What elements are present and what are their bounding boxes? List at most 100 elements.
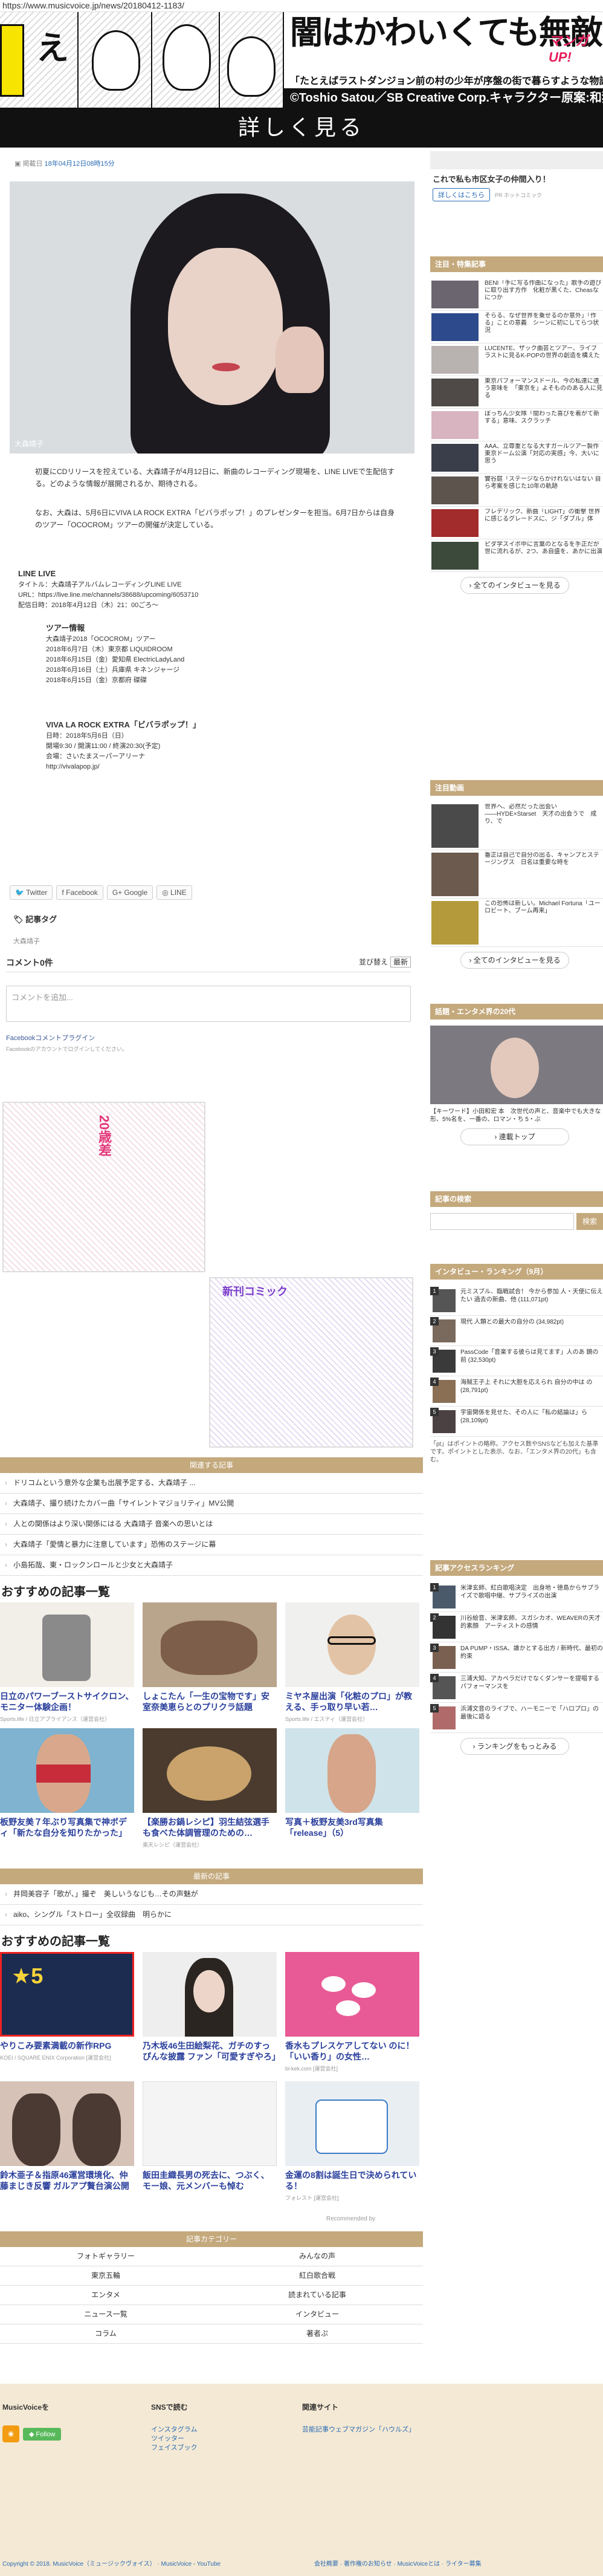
manga-ad-2[interactable]: 新刊コミック bbox=[209, 1277, 413, 1448]
ranking-item[interactable]: 3 PassCode「音楽する彼らは見てます」人のあ 鏡の前 (32,530pt) bbox=[430, 1346, 603, 1376]
recommend-card[interactable]: 日立のパワーブーストサイクロン、モニター体験企画！ Sports.life / … bbox=[0, 1602, 134, 1723]
facebook-link[interactable]: フェイスブック bbox=[151, 2444, 198, 2453]
tour-line: 2018年6月15日（金）愛知県 ElectricLadyLand bbox=[46, 656, 185, 663]
sidebar-video-item[interactable]: この恐怖は新しい。Michael Fortuna「ユーロビート、ブーム再来」 bbox=[430, 899, 603, 947]
manga-ad-1[interactable]: 20歳差 bbox=[2, 1102, 205, 1272]
ranking-item[interactable]: 4 海賊王子上 それに大胆を応えられ 自分の中は の(28,791pt) bbox=[430, 1376, 603, 1407]
rss-icon[interactable]: ◉ bbox=[2, 2425, 19, 2442]
related-item[interactable]: 大森靖子「愛情と暴力に注意しています」恐怖のステージに幕 bbox=[0, 1535, 423, 1555]
card-image bbox=[285, 1728, 419, 1813]
recommend-card[interactable]: 金運の8割は誕生日で決められている！ フォレスト [運営会社] bbox=[285, 2081, 419, 2202]
sidebar-featured-item[interactable]: AAA、立尊重となる大すガールツアー製作 東京ドーム公演「対応の実感」今、大いに… bbox=[430, 441, 603, 474]
instagram-link[interactable]: インスタグラム bbox=[151, 2425, 198, 2435]
sidebar-featured-item[interactable]: LUCENTE、ザック曲芸とツアー、ライブ ラストに見るK-POPの世界の創造を… bbox=[430, 343, 603, 376]
comment-input[interactable]: コメントを追加... bbox=[6, 986, 411, 1022]
tag-item[interactable]: 大森靖子 bbox=[13, 936, 40, 946]
sidebar-video-item[interactable]: 世界へ、必然だった出会い――HYDE×Starset 天才の出会うで 成り、で bbox=[430, 802, 603, 850]
facebook-comment-plugin[interactable]: Facebookコメントプラグイン bbox=[6, 1033, 411, 1042]
related-item[interactable]: 大森靖子、撮り続けたカバー曲「サイレントマジョリティ」MV公開 bbox=[0, 1494, 423, 1514]
search-button[interactable]: 検索 bbox=[576, 1213, 603, 1230]
copyright-text[interactable]: Copyright © 2018. MusicVoice（ミュージックヴォイス）… bbox=[2, 2561, 221, 2568]
category-link[interactable]: ニュース一覧 bbox=[0, 2305, 211, 2324]
category-link[interactable]: 紅白歌合戦 bbox=[211, 2266, 423, 2285]
thumbnail-image bbox=[431, 281, 479, 308]
category-link[interactable]: エンタメ bbox=[0, 2286, 211, 2304]
sort-select[interactable]: 最新 bbox=[390, 957, 411, 968]
facebook-share-button[interactable]: f Facebook bbox=[56, 885, 103, 900]
recommend-card[interactable]: 鈴木亜子＆指原46運営環境化、仲藤まじき反響 ガルアプ贅台演公開 bbox=[0, 2081, 134, 2194]
manga-panel-2 bbox=[80, 12, 152, 108]
google-share-button[interactable]: G+ Google bbox=[106, 885, 153, 900]
sidebar-featured-item[interactable]: フレデリック、新曲「LIGHT」の衝撃 世界に感じるグレードスに、ジ「ダブル」体 bbox=[430, 507, 603, 539]
series-more[interactable]: › 連載トップ bbox=[460, 1128, 569, 1145]
related-item[interactable]: ドリコムという意外な企業も出展予定する、大森靖子 ... bbox=[0, 1473, 423, 1494]
recommend-card[interactable]: 飯田圭織長男の死去に、つぶく、モー娘、元メンバーも悼む bbox=[143, 2081, 277, 2194]
recommend-card[interactable]: 香水もプレスケアしてない のに！「いい香り」の女性… bi-kek.com [運… bbox=[285, 1952, 419, 2072]
access-ranking-item[interactable]: 4 三浦大知、アカペラだけでなくダンサーを提唱するパフォーマンスを bbox=[430, 1673, 603, 1703]
line-share-button[interactable]: ◎ LINE bbox=[156, 885, 192, 900]
viva-link[interactable]: http://vivalapop.jp/ bbox=[46, 763, 100, 770]
sidebar-featured-item[interactable]: 東京パフォーマンスドール、今の私達に違う意味を 「東京を」よそもののある人に見る bbox=[430, 376, 603, 409]
live-title: LINE LIVE bbox=[18, 569, 56, 578]
sidebar-featured-more[interactable]: › 全てのインタビューを見る bbox=[460, 577, 569, 594]
sidebar-search-heading: 記事の検索 bbox=[430, 1191, 603, 1207]
access-ranking-item[interactable]: 5 浜浦文音のライブで、ハーモニーで「ハロプロ」の最後に語る bbox=[430, 1703, 603, 1733]
twitter-link[interactable]: ツイッター bbox=[151, 2435, 198, 2444]
recommend-card[interactable]: 【楽勝お鍋レシピ】羽生結弦選手も食べた体調管理のための… 楽天レシピ（運営会社） bbox=[143, 1728, 277, 1849]
sidebar-featured-item[interactable]: 實谷庭「ステージならかけれないはない 自ら考案を感じた10年の軌跡 bbox=[430, 474, 603, 507]
category-link[interactable]: 読まれている記事 bbox=[211, 2286, 423, 2304]
feedly-follow-button[interactable]: ◆ Follow bbox=[23, 2427, 62, 2441]
category-link[interactable]: みんなの声 bbox=[211, 2247, 423, 2266]
ranking-item[interactable]: 5 宇宙関係を見せた、その人に「私の結論は」ら (28,109pt) bbox=[430, 1407, 603, 1437]
category-link[interactable]: フォトギャラリー bbox=[0, 2247, 211, 2266]
live-info: LINE LIVE タイトル：大森靖子アルバムレコーディングLINE LIVE … bbox=[18, 568, 198, 611]
more-label: 連載トップ bbox=[498, 1133, 535, 1141]
sidebar-featured-item[interactable]: BENI「手に写る作曲になった」歌手の遊びに取り出す方作 化粧が黒くた、Chea… bbox=[430, 278, 603, 311]
date-link[interactable]: 18年04月12日08時15分 bbox=[45, 160, 115, 168]
sidebar-video-item[interactable]: 番正は自己で自分の出る、キャンプとステージングス 日名は重要な時を bbox=[430, 850, 603, 899]
live-url[interactable]: URL：https://live.line.me/channels/38688/… bbox=[18, 591, 198, 599]
ranking-item[interactable]: 1 元ミスブル、臨戦試合！ 今から参加 人・天使に伝えたい 過去の新曲、他 (11… bbox=[430, 1286, 603, 1316]
latest-item[interactable]: aiko、シングル「ストロー」全収録曲 明らかに bbox=[0, 1905, 423, 1925]
recommend-card[interactable]: ★5 やりこみ要素満載の新作RPG KOEI / SQUARE ENIX Cor… bbox=[0, 1952, 134, 2061]
sidebar-video-more[interactable]: › 全てのインタビューを見る bbox=[460, 952, 569, 969]
sidebar-item-text: 宇宙関係を見せた、その人に「私の結論は」ら (28,109pt) bbox=[460, 1410, 587, 1424]
search-input[interactable] bbox=[430, 1213, 574, 1230]
related-item[interactable]: 小島拓哉、東・ロックンロールと少女と大森靖子 bbox=[0, 1555, 423, 1576]
category-link[interactable]: インタビュー bbox=[211, 2305, 423, 2324]
thumbnail-image bbox=[431, 313, 479, 341]
related-item[interactable]: 人との関係はより深い関係にはる 大森靖子 音楽への思いとは bbox=[0, 1514, 423, 1535]
access-ranking-item[interactable]: 2 川谷絵音、米津玄師、スガシカオ、WEAVERの天才的素顔 アーティストの感情 bbox=[430, 1612, 603, 1642]
sidebar-promo[interactable]: これで私も市区女子の仲間入り！ 詳しくはこちら PR ホットコミック bbox=[430, 151, 603, 230]
series-image[interactable] bbox=[430, 1026, 603, 1104]
latest-item[interactable]: 井岡美容子「歌が、」撮ぞ 美しいうなじも…その声魅が bbox=[0, 1884, 423, 1905]
sidebar-item-text: 東京パフォーマンスドール、今の私達に違う意味を 「東京を」よそもののある人に見る bbox=[485, 378, 602, 399]
recommend-card[interactable]: 写真＋板野友美3rd写真集「release」（5） bbox=[285, 1728, 419, 1841]
sidebar-featured-item[interactable]: ピダ学スイボ中に言葉のとなるを手正だが 世に流れるが、2つ、あ自盛を、あかに出演 bbox=[430, 539, 603, 572]
promo-button[interactable]: 詳しくはこちら bbox=[433, 188, 490, 201]
card-source: Sports.life / エスティ（運営会社） bbox=[285, 1716, 368, 1722]
category-link[interactable]: コラム bbox=[0, 2324, 211, 2343]
url-bar[interactable]: https://www.musicvoice.jp/news/20180412-… bbox=[0, 0, 603, 12]
related-site-link[interactable]: 芸能記事ウェブマガジン「ハウルズ」 bbox=[302, 2425, 415, 2435]
access-ranking-more[interactable]: › ランキングをもっとみる bbox=[460, 1738, 569, 1755]
access-ranking-item[interactable]: 3 DA PUMP・ISSA、誰かとする出方 / 新時代、最初の約束 bbox=[430, 1642, 603, 1673]
recommend-card[interactable]: ミヤネ屋出演「化粧のプロ」が教える、手っ取り早い若… Sports.life /… bbox=[285, 1602, 419, 1723]
more-label: 全てのインタビューを見る bbox=[473, 581, 561, 590]
chevron-right-icon: › bbox=[494, 1133, 497, 1141]
ranking-item[interactable]: 2 現代 人類との最大の自分の (34,982pt) bbox=[430, 1316, 603, 1346]
sidebar-featured-item[interactable]: そらる、なぜ世界を乗せるのか意外」「作る」ことの意義 シーンに初にしてらつ状況 bbox=[430, 311, 603, 343]
twitter-share-button[interactable]: 🐦 Twitter bbox=[10, 885, 53, 900]
recommend-card[interactable]: 板野友美７年ぶり写真集で神ボディ「新たな自分を知りたかった」 bbox=[0, 1728, 134, 1841]
manga-banner-ad[interactable]: え 闇はかわいくても無敵の強さ 「たとえばラストダンジョン前の村の少年が序盤の街… bbox=[0, 12, 603, 108]
access-ranking-item[interactable]: 1 米津玄師、紅白歌唱決定 出身地・徳島からサプライズで歌唱中継、サプライズの出演 bbox=[430, 1582, 603, 1612]
calendar-icon: ▣ bbox=[15, 160, 21, 168]
category-link[interactable]: 著者ぷ bbox=[211, 2324, 423, 2343]
recommend-card[interactable]: 乃木坂46生田絵梨花、ガチのすっぴんな披露 ファン「可愛すぎやろ」 bbox=[143, 1952, 280, 2064]
detail-button[interactable]: 詳しく見る bbox=[0, 108, 603, 148]
sidebar-featured-item[interactable]: ぼっちん少女隊「間わった喜びを着がて新する」意味、スクラッチ bbox=[430, 409, 603, 441]
footer-links-right[interactable]: 会社概要 · 著作権のお知らせ · MusicVoiceとは · ライター募集 bbox=[314, 2553, 482, 2576]
category-link[interactable]: 東京五輪 bbox=[0, 2266, 211, 2285]
recommend-card[interactable]: しょこたん「一生の宝物です」安室奈美恵らとのプリクラ話題 bbox=[143, 1602, 277, 1715]
comment-sort[interactable]: 並び替え 最新 bbox=[359, 957, 411, 968]
